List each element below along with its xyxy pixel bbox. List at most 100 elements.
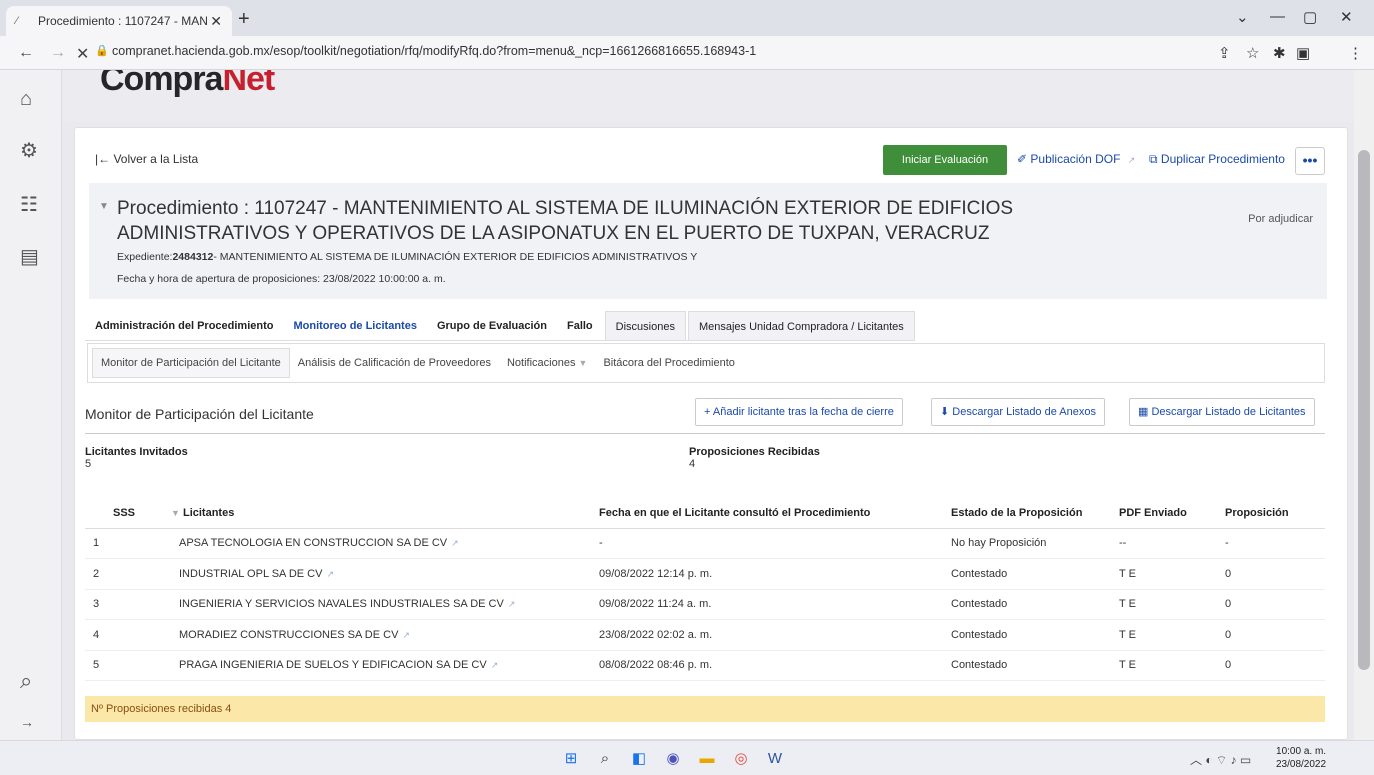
proposal-state: No hay Proposición [951,528,1119,559]
bidder-name[interactable]: INDUSTRIAL OPL SA DE CV ↗ [171,558,599,590]
pdf-sent: T E [1119,650,1225,681]
bidder-name[interactable]: APSA TECNOLOGIA EN CONSTRUCCION SA DE CV… [171,528,599,559]
extensions-icon[interactable]: ✱ [1273,44,1286,62]
proposal-value: 0 [1225,589,1325,620]
tab-administracion[interactable]: Administración del Procedimiento [85,311,283,340]
back-to-list-link[interactable]: |← Volver a la Lista [95,152,198,166]
subtab-notificaciones[interactable]: Notificaciones ▼ [499,357,595,369]
browser-tab[interactable]: ⁄ Procedimiento : 1107247 - MAN ✕ [6,6,232,36]
bidder-name[interactable]: PRAGA INGENIERIA DE SUELOS Y EDIFICACION… [171,650,599,681]
tab-fallo[interactable]: Fallo [557,311,603,340]
chrome-icon[interactable]: ◎ [730,749,752,769]
close-tab-icon[interactable]: ✕ [210,13,222,30]
status-badge: Por adjudicar [1248,213,1313,225]
proposal-state: Contestado [951,650,1119,681]
col-estado[interactable]: Estado de la Proposición [951,498,1119,529]
new-tab-icon[interactable]: + [238,8,250,31]
proposal-value: 0 [1225,558,1325,590]
table-row[interactable]: 5 PRAGA INGENIERIA DE SUELOS Y EDIFICACIO… [85,650,1325,681]
lock-icon: 🔒 [95,45,109,57]
table-row[interactable]: 1 APSA TECNOLOGIA EN CONSTRUCCION SA DE C… [85,528,1325,559]
table-row[interactable]: 3 INGENIERIA Y SERVICIOS NAVALES INDUSTRI… [85,589,1325,620]
expand-arrow-icon[interactable]: → [20,714,34,730]
bidder-name[interactable]: MORADIEZ CONSTRUCCIONES SA DE CV ↗ [171,619,599,651]
dof-publication-link[interactable]: ✐ Publicación DOF ↗ [1017,152,1135,166]
tab-grupo-evaluacion[interactable]: Grupo de Evaluación [427,311,557,340]
procedures-icon[interactable]: ⚙ [20,138,38,163]
received-block: Proposiciones Recibidas 4 [689,446,820,470]
maximize-icon[interactable]: ▢ [1303,8,1317,26]
bidder-name[interactable]: INGENIERIA Y SERVICIOS NAVALES INDUSTRIA… [171,589,599,620]
download-annexes-button[interactable]: ⬇ Descargar Listado de Anexos [931,398,1105,426]
publish-icon: ✐ [1017,152,1028,166]
subtab-bitacora[interactable]: Bitácora del Procedimiento [595,357,742,369]
more-actions-button[interactable]: ••• [1295,147,1325,175]
external-link-icon[interactable]: ↗ [508,599,516,609]
system-tray-icons[interactable]: ︿ ◐ ⌔ ♪ ▭ [1190,751,1251,768]
start-evaluation-button[interactable]: Iniciar Evaluación [883,145,1007,175]
close-window-icon[interactable]: ✕ [1340,8,1353,26]
table-row[interactable]: 4 MORADIEZ CONSTRUCCIONES SA DE CV ↗ 23/08/… [85,619,1325,651]
duplicate-procedure-link[interactable]: ⧉ Duplicar Procedimiento [1149,152,1285,167]
forward-arrow-icon[interactable]: → [50,44,66,62]
menu-kebab-icon[interactable]: ⋮ [1348,44,1363,62]
bookmark-star-icon[interactable]: ☆ [1246,44,1259,62]
home-icon[interactable]: ⌂ [20,88,32,111]
users-icon[interactable]: ☷ [20,192,38,217]
tab-discusiones[interactable]: Discusiones [604,311,686,340]
proposal-value: 0 [1225,650,1325,681]
col-sss[interactable]: SSS [85,498,171,529]
stop-icon[interactable]: ✕ [76,44,89,64]
section-divider [85,433,1325,434]
taskbar-search-icon[interactable]: ⌕ [594,749,616,769]
back-arrow-icon[interactable]: ← [18,44,34,62]
row-number: 2 [85,558,171,590]
expediente-line: Expediente:2484312- MANTENIMIENTO AL SIS… [117,251,698,263]
external-link-icon[interactable]: ↗ [491,660,499,670]
documents-icon[interactable]: ▤ [20,244,39,269]
minimize-icon[interactable]: — [1270,8,1285,25]
chat-icon[interactable]: ◉ [662,749,684,769]
col-pdf[interactable]: PDF Enviado [1119,498,1225,529]
invited-block: Licitantes Invitados 5 [85,446,188,470]
external-link-icon[interactable]: ↗ [402,630,410,640]
subtab-analisis[interactable]: Análisis de Calificación de Proveedores [290,357,499,369]
widgets-icon[interactable]: ◧ [628,749,650,769]
proposal-state: Contestado [951,619,1119,651]
tab-search-icon[interactable]: ⌄ [1236,8,1249,26]
app-sidebar: ⌂ ⚙ ☷ ▤ ⌕ → [0,70,62,740]
collapse-caret-icon[interactable]: ▼ [99,201,109,212]
col-fecha[interactable]: Fecha en que el Licitante consultó el Pr… [599,498,951,529]
proposal-state: Contestado [951,589,1119,620]
row-number: 1 [85,528,171,559]
url-field[interactable]: compranet.hacienda.gob.mx/esop/toolkit/n… [112,44,756,58]
pdf-sent: T E [1119,558,1225,590]
windows-start-icon[interactable]: ⊞ [560,749,582,769]
file-explorer-icon[interactable]: ▬ [696,749,718,769]
external-link-icon[interactable]: ↗ [326,569,334,579]
add-bidder-button[interactable]: + Añadir licitante tras la fecha de cier… [695,398,903,426]
opening-date: Fecha y hora de apertura de proposicione… [117,273,446,285]
search-icon[interactable]: ⌕ [20,668,32,694]
section-title: Monitor de Participación del Licitante [85,406,314,422]
external-link-icon[interactable]: ↗ [451,538,459,548]
browser-tab-bar: ⁄ Procedimiento : 1107247 - MAN ✕ + ⌄ — … [0,0,1374,36]
main-tabs: Administración del Procedimiento Monitor… [85,311,915,341]
word-icon[interactable]: W [764,749,786,769]
page-scrollbar[interactable] [1354,70,1374,740]
table-row[interactable]: 2 INDUSTRIAL OPL SA DE CV ↗ 09/08/2022 12:1… [85,558,1325,590]
external-link-icon: ↗ [1127,155,1136,165]
pdf-sent: T E [1119,589,1225,620]
side-panel-icon[interactable]: ▣ [1296,44,1310,62]
pdf-sent: -- [1119,528,1225,559]
excel-icon: ▦ [1138,406,1149,418]
tab-monitoreo[interactable]: Monitoreo de Licitantes [283,311,426,340]
tab-mensajes[interactable]: Mensajes Unidad Compradora / Licitantes [687,311,915,340]
download-bidders-button[interactable]: ▦ Descargar Listado de Licitantes [1129,398,1315,426]
pdf-sent: T E [1119,619,1225,651]
col-proposicion[interactable]: Proposición [1225,498,1325,529]
subtab-monitor[interactable]: Monitor de Participación del Licitante [92,348,290,378]
clock[interactable]: 10:00 a. m. 23/08/2022 [1276,745,1326,771]
share-icon[interactable]: ⇪ [1218,44,1231,62]
col-licitantes[interactable]: ▼ Licitantes [171,498,599,529]
